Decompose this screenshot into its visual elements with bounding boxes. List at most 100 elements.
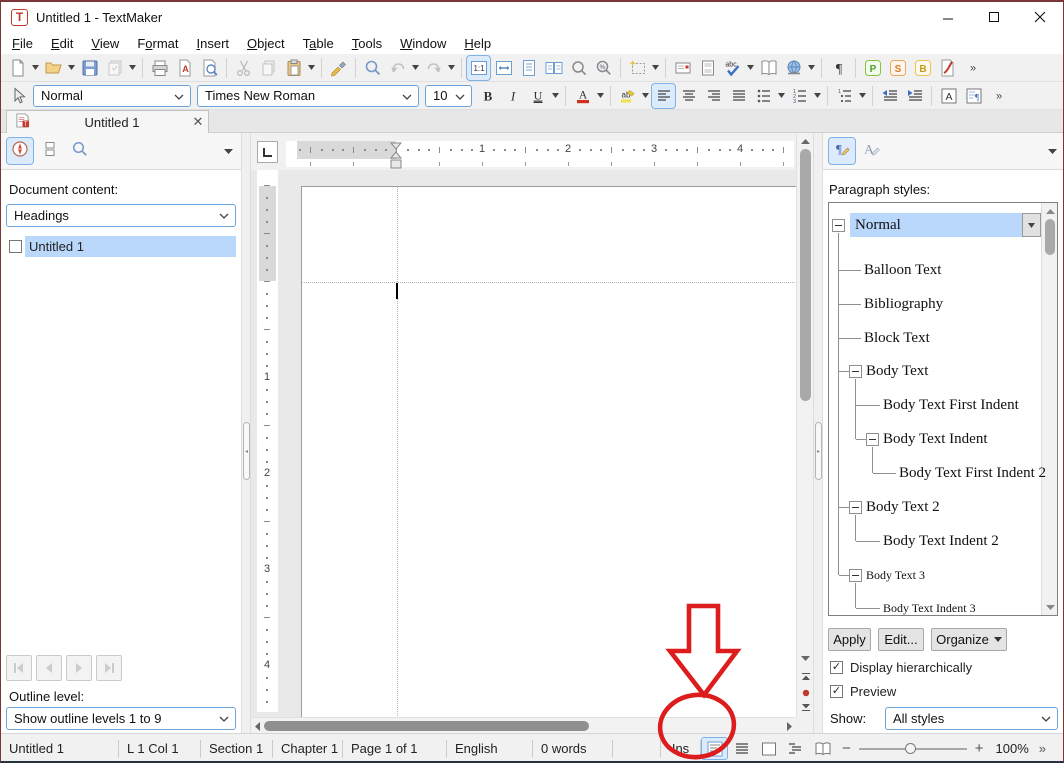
- style-item-bibliography[interactable]: Bibliography: [864, 294, 943, 314]
- status-page-1-of-1[interactable]: Page 1 of 1: [343, 740, 447, 758]
- document-item-checkbox[interactable]: [9, 240, 22, 253]
- align-left-button[interactable]: [652, 84, 675, 108]
- status-english[interactable]: English: [447, 740, 533, 758]
- search-button[interactable]: [67, 138, 93, 164]
- mail-merge-button[interactable]: [671, 56, 694, 80]
- indent-increase-button[interactable]: [903, 84, 926, 108]
- style-item-body-text-indent-2[interactable]: Body Text Indent 2: [883, 531, 999, 551]
- tree-scroll-thumb[interactable]: [1045, 219, 1055, 255]
- close-button[interactable]: [1017, 2, 1063, 32]
- menu-format[interactable]: Format: [128, 34, 187, 53]
- style-item-normal[interactable]: Normal: [855, 213, 901, 237]
- sv-normal-button[interactable]: [702, 738, 727, 759]
- zoom-out-button[interactable]: −: [842, 740, 851, 757]
- pointer-button[interactable]: [6, 84, 29, 108]
- expander-normal[interactable]: [832, 219, 845, 232]
- menu-help[interactable]: Help: [455, 34, 500, 53]
- expander-body-text[interactable]: [849, 365, 862, 378]
- highlight-button[interactable]: ab: [616, 84, 639, 108]
- first-heading-button[interactable]: [6, 655, 32, 681]
- page[interactable]: [301, 186, 796, 717]
- bold-button[interactable]: B: [476, 84, 499, 108]
- open-button[interactable]: [42, 56, 65, 80]
- paste-dropdown-button[interactable]: [306, 56, 317, 80]
- redo-button[interactable]: [422, 56, 445, 80]
- zoom-two-pages-button[interactable]: [542, 56, 565, 80]
- style-item-balloon-text[interactable]: Balloon Text: [864, 260, 941, 280]
- save-all-button[interactable]: [103, 56, 126, 80]
- minimize-button[interactable]: [925, 2, 971, 32]
- undo-button[interactable]: [386, 56, 409, 80]
- zoom-slider-thumb[interactable]: [905, 743, 916, 754]
- navigation-tab-button[interactable]: [7, 138, 33, 164]
- maximize-button[interactable]: [971, 2, 1017, 32]
- italic-button[interactable]: I: [501, 84, 524, 108]
- menu-insert[interactable]: Insert: [188, 34, 239, 53]
- menu-window[interactable]: Window: [391, 34, 455, 53]
- underline-button[interactable]: U: [526, 84, 549, 108]
- undo-dropdown-button[interactable]: [410, 56, 421, 80]
- style-item-body-text-3[interactable]: Body Text 3: [866, 565, 925, 585]
- sv-book-button[interactable]: [810, 738, 835, 759]
- expander-body-text-2[interactable]: [849, 501, 862, 514]
- organize-button[interactable]: Organize: [931, 628, 1007, 651]
- indent-decrease-button[interactable]: [878, 84, 901, 108]
- justify-button[interactable]: [727, 84, 750, 108]
- zoom-in-button[interactable]: +: [975, 740, 984, 757]
- outline-numbering-dropdown-button[interactable]: [857, 84, 868, 108]
- menu-object[interactable]: Object: [238, 34, 294, 53]
- style-item-body-text-first-indent[interactable]: Body Text First Indent: [883, 395, 1019, 415]
- overflow-button[interactable]: »: [987, 84, 1010, 108]
- status-0-words[interactable]: 0 words: [533, 740, 613, 758]
- insert-frame-button[interactable]: [626, 56, 649, 80]
- horizontal-scrollbar[interactable]: [251, 717, 796, 733]
- insert-frame-dropdown-button[interactable]: [650, 56, 661, 80]
- paste-button[interactable]: [282, 56, 305, 80]
- scroll-up-icon[interactable]: [797, 134, 814, 149]
- horizontal-scroll-thumb[interactable]: [264, 721, 589, 731]
- zoom-100-button[interactable]: 1:1: [467, 56, 490, 80]
- collapse-right-panel-handle[interactable]: ▸: [815, 422, 822, 480]
- highlight-dropdown-button[interactable]: [640, 84, 651, 108]
- font-color-dropdown-button[interactable]: [595, 84, 606, 108]
- copy-button[interactable]: [257, 56, 280, 80]
- char-dialog-button[interactable]: A: [937, 84, 960, 108]
- panel-menu-button[interactable]: [219, 148, 237, 154]
- align-right-button[interactable]: [702, 84, 725, 108]
- paragraph-styles-tab-button[interactable]: ¶: [829, 138, 855, 164]
- cut-button[interactable]: [232, 56, 255, 80]
- menu-file[interactable]: File: [3, 34, 42, 53]
- display-hierarchically-checkbox[interactable]: ✓Display hierarchically: [830, 660, 972, 675]
- menu-table[interactable]: Table: [294, 34, 343, 53]
- apply-button[interactable]: Apply: [828, 628, 871, 651]
- status-empty[interactable]: [613, 740, 661, 758]
- expander-body-text-3[interactable]: [849, 569, 862, 582]
- menu-edit[interactable]: Edit: [42, 34, 82, 53]
- tab-close-icon[interactable]: ✕: [188, 114, 208, 130]
- tree-scroll-up-icon[interactable]: [1042, 204, 1058, 219]
- status-ins[interactable]: Ins: [661, 740, 701, 758]
- format-paintbrush-button[interactable]: [327, 56, 350, 80]
- underline-dropdown-button[interactable]: [550, 84, 561, 108]
- zoom-out-button[interactable]: [567, 56, 590, 80]
- zoom-percent-button[interactable]: %: [592, 56, 615, 80]
- new-document-button[interactable]: [6, 56, 29, 80]
- overflow-button[interactable]: »: [961, 56, 984, 80]
- style-item-body-text-indent-3[interactable]: Body Text Indent 3: [883, 598, 976, 616]
- menu-view[interactable]: View: [82, 34, 128, 53]
- style-item-block-text[interactable]: Block Text: [864, 328, 930, 348]
- paragraph-styles-tree[interactable]: Normal Balloon Text Bibliography Block Text…: [828, 202, 1058, 616]
- zoom-full-page-button[interactable]: [517, 56, 540, 80]
- thesaurus-button[interactable]: [757, 56, 780, 80]
- style-dropdown-button[interactable]: [1022, 213, 1041, 237]
- sv-outline-button[interactable]: [783, 738, 808, 759]
- vertical-scroll-thumb[interactable]: [800, 149, 811, 401]
- tab-untitled-1[interactable]: T Untitled 1 ✕: [6, 110, 209, 133]
- edit-button[interactable]: Edit...: [878, 628, 924, 651]
- research-dropdown-button[interactable]: [806, 56, 817, 80]
- font-select[interactable]: Times New Roman: [197, 85, 419, 107]
- next-page-button[interactable]: [797, 700, 814, 715]
- save-all-dropdown-button[interactable]: [127, 56, 138, 80]
- collapse-left-panel-handle[interactable]: ◂: [243, 422, 250, 480]
- styles-panel-menu-button[interactable]: [1043, 148, 1061, 154]
